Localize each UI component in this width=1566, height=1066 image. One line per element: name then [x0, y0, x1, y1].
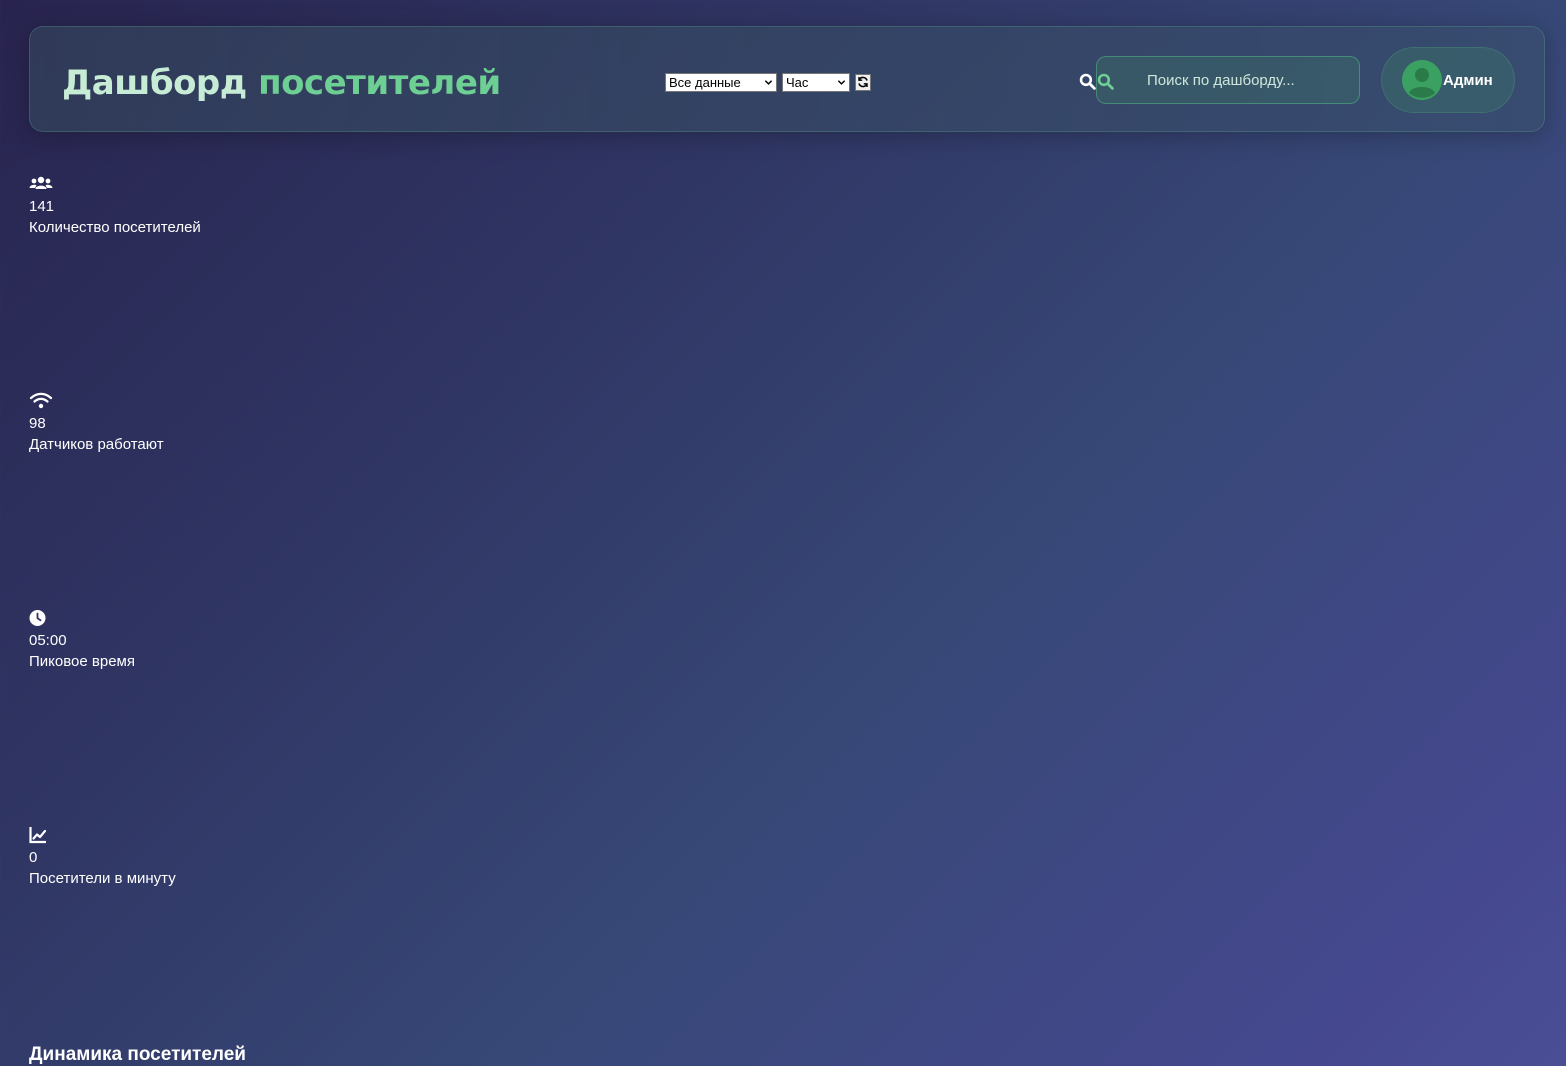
refresh-icon — [858, 76, 868, 88]
chevron-down-icon — [837, 79, 846, 85]
search-icons — [1079, 71, 1115, 91]
filter-controls: Все данные Час — [665, 72, 871, 92]
range-select-value: Все данные — [669, 74, 741, 90]
wifi-icon — [29, 392, 53, 409]
stat-value: 141 — [29, 198, 55, 215]
stat-label: Количество посетителей — [29, 219, 201, 236]
search-icon — [1097, 73, 1114, 90]
page-title-part1: Дашборд — [62, 63, 247, 103]
users-icon — [29, 176, 53, 189]
user-menu[interactable]: Админ — [1381, 47, 1515, 113]
avatar — [1402, 60, 1442, 100]
dynamics-section-title: Динамика посетителей — [29, 1044, 246, 1065]
chevron-down-icon — [764, 79, 773, 85]
search-placeholder: Поиск по дашборду... — [1147, 71, 1295, 89]
refresh-button[interactable] — [855, 73, 871, 91]
stat-card-visitors: 141 Количество посетителей — [29, 175, 329, 238]
chart-line-icon — [29, 827, 47, 844]
stat-value: 05:00 — [29, 632, 67, 649]
clock-icon — [29, 610, 46, 626]
page-title-part2: посетителей — [258, 63, 501, 103]
user-name: Админ — [1443, 71, 1493, 89]
search-icon — [1079, 73, 1096, 90]
stat-label: Пиковое время — [29, 653, 135, 670]
interval-select[interactable]: Час — [782, 72, 850, 92]
dashboard-header: Дашборд посетителей Все данные Час Поиск… — [29, 26, 1545, 132]
stat-card-per-minute: 0 Посетители в минуту — [29, 826, 329, 889]
page-title: Дашборд посетителей — [62, 60, 501, 106]
user-circle-icon — [1402, 60, 1442, 100]
stat-value: 98 — [29, 415, 46, 432]
stat-label: Датчиков работают — [29, 436, 164, 453]
range-select[interactable]: Все данные — [665, 72, 777, 92]
stat-card-sensors: 98 Датчиков работают — [29, 392, 329, 455]
search-input[interactable]: Поиск по дашборду... — [1096, 56, 1360, 104]
stat-card-peak-time: 05:00 Пиковое время — [29, 609, 329, 672]
stat-label: Посетители в минуту — [29, 870, 176, 887]
interval-select-value: Час — [786, 74, 809, 90]
stat-value: 0 — [29, 849, 38, 866]
